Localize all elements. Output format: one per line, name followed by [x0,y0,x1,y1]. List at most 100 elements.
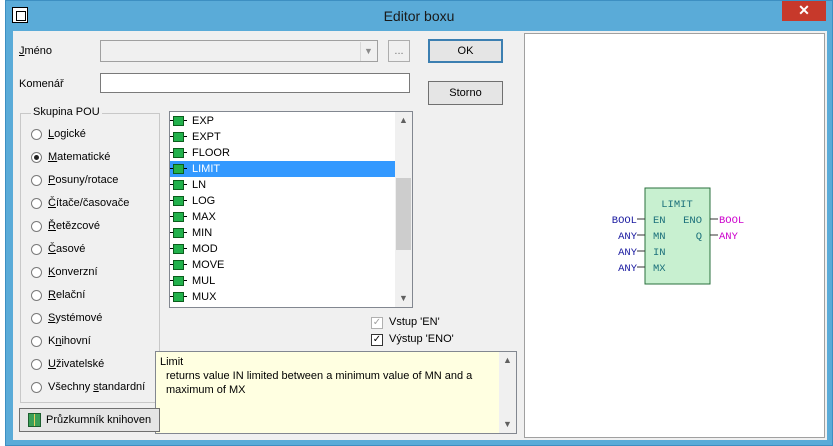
pou-radio-label: Uživatelské [48,358,105,370]
function-block-icon [170,116,187,126]
input-pin-label: EN [653,215,666,227]
checkbox-en[interactable]: ✓ [371,317,383,329]
ok-button[interactable]: OK [428,39,503,63]
pou-radio-label: Matematické [48,151,111,163]
input-pin-label: IN [653,247,666,259]
list-item-label: MOD [192,243,218,255]
output-type-label: BOOL [719,215,744,227]
list-item-label: MUX [192,291,217,303]
pou-radio-label: Řetězcové [48,220,100,232]
pou-radio-label: Knihovní [48,335,91,347]
list-item-label: MUL [192,275,216,287]
list-item[interactable]: ROUND [170,305,412,308]
list-item[interactable]: MAX [170,209,412,225]
function-block-title: LIMIT [661,199,693,211]
list-scrollbar[interactable]: ▲ ▼ [395,112,412,307]
list-item[interactable]: EXP [170,113,412,129]
output-eno-label: Výstup 'ENO' [389,333,454,345]
library-explorer-label: Průzkumník knihoven [46,414,152,426]
list-item-label: LN [192,179,207,191]
list-item-label: MIN [192,227,213,239]
list-item[interactable]: MIN [170,225,412,241]
radio-button[interactable] [31,175,42,186]
pou-radio-label: Relační [48,289,86,301]
function-block-icon [170,260,187,270]
description-box[interactable]: Limit returns value IN limited between a… [155,351,517,434]
description-body: returns value IN limited between a minim… [166,370,473,396]
function-block-icon [170,148,187,158]
function-block-icon [170,292,187,302]
radio-button[interactable] [31,267,42,278]
function-block-icon [170,164,187,174]
function-block-icon [170,180,187,190]
close-button[interactable]: ✕ [782,1,826,21]
radio-button[interactable] [31,313,42,324]
output-pin-label: ENO [683,215,702,227]
pou-radio-label: Čítače/časovače [48,197,130,209]
list-item[interactable]: EXPT [170,129,412,145]
pou-group-title: Skupina POU [31,106,102,118]
radio-button[interactable] [31,382,42,393]
list-item[interactable]: LOG [170,193,412,209]
list-item-label: MAX [192,211,216,223]
list-item-label: EXP [192,115,215,127]
window-title: Editor boxu [383,8,455,24]
function-block-icon [170,228,187,238]
function-block-diagram: LIMIT BOOL EN ANY MN ANY IN ANY MX ENO BOOL Q ANY [612,187,744,285]
list-item-label: MOVE [192,259,225,271]
chevron-down-icon[interactable]: ▼ [360,42,376,61]
pou-radio-label: Logické [48,128,86,140]
checkbox-eno[interactable]: ✓ [371,334,383,346]
editor-window: Editor boxu ✕ Jméno ▼ ... OK Komenář Sto… [5,0,833,446]
radio-button[interactable] [31,336,42,347]
radio-button[interactable] [31,290,42,301]
function-block-icon [170,244,187,254]
name-label: Jméno [19,45,53,57]
input-en-label: Vstup 'EN' [389,316,440,328]
scroll-thumb[interactable] [396,178,411,250]
scroll-up-icon[interactable]: ▲ [395,112,412,129]
input-type-label: ANY [618,263,638,275]
output-pin-label: Q [696,231,702,243]
radio-button[interactable] [31,129,42,140]
dialog-body: Jméno ▼ ... OK Komenář Storno Skupina PO… [13,31,827,440]
list-item[interactable]: FLOOR [170,145,412,161]
list-item[interactable]: MUX [170,289,412,305]
list-item[interactable]: LN [170,177,412,193]
scroll-down-icon[interactable]: ▼ [395,290,412,307]
list-item[interactable]: LIMIT [170,161,412,177]
list-item-label: LOG [192,195,216,207]
pou-radio-label: Časové [48,243,86,255]
comment-input[interactable] [100,73,410,93]
input-type-label: ANY [618,247,638,259]
title-bar[interactable]: Editor boxu ✕ [6,1,832,31]
cancel-button[interactable]: Storno [428,81,503,105]
browse-button[interactable]: ... [388,40,410,62]
radio-button[interactable] [31,244,42,255]
pou-radio-label: Systémové [48,312,103,324]
radio-button[interactable] [31,221,42,232]
list-item[interactable]: MOD [170,241,412,257]
radio-button[interactable] [31,198,42,209]
name-combo[interactable]: ▼ [100,40,378,62]
scroll-up-icon[interactable]: ▲ [499,352,516,369]
list-item[interactable]: MUL [170,273,412,289]
list-item[interactable]: MOVE [170,257,412,273]
input-pin-label: MN [653,231,666,243]
function-block-icon [170,276,187,286]
input-pin-label: MX [653,263,666,275]
scroll-down-icon[interactable]: ▼ [499,416,516,433]
list-item-label: FLOOR [192,147,230,159]
function-list[interactable]: EXP EXPT FLOOR LIMIT LN LOG MAX MIN MOD MOVE MUL MU… [169,111,413,308]
pou-radio-label: Konverzní [48,266,98,278]
radio-button[interactable] [31,152,42,163]
library-explorer-button[interactable]: Průzkumník knihoven [19,408,160,432]
input-type-label: ANY [618,231,638,243]
pou-radio-label: Posuny/rotace [48,174,119,186]
radio-button[interactable] [31,359,42,370]
function-block-icon [170,212,187,222]
list-item-label: ROUND [192,307,232,308]
comment-label: Komenář [19,78,64,90]
description-scrollbar[interactable]: ▲ ▼ [499,352,516,433]
block-preview: LIMIT BOOL EN ANY MN ANY IN ANY MX ENO BOOL Q ANY [524,33,825,438]
